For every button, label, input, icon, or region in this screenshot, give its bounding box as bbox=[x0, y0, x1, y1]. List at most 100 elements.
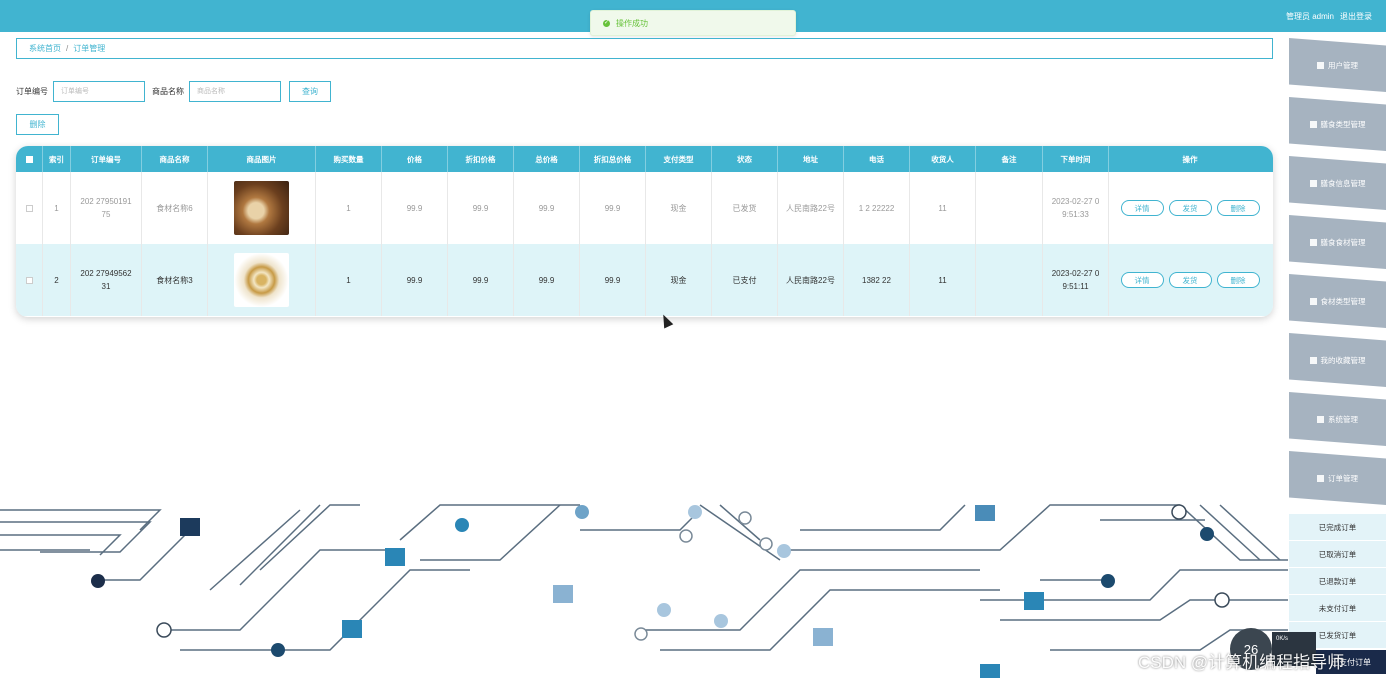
cell-total: 99.9 bbox=[514, 172, 580, 244]
order-no-line2: 75 bbox=[101, 210, 111, 219]
sidebar-item-ingredient-type[interactable]: 食材类型管理 bbox=[1289, 274, 1386, 333]
table-row: 2 202 27949562 31 食材名称3 1 99.9 99.9 99.9… bbox=[16, 244, 1273, 316]
sidebar-item-system[interactable]: 系统管理 bbox=[1289, 392, 1386, 451]
grid-icon bbox=[1309, 239, 1317, 246]
goods-name-input[interactable] bbox=[189, 81, 281, 102]
batch-delete-button[interactable]: 删除 bbox=[16, 114, 59, 135]
cell-status: 已支付 bbox=[712, 244, 778, 316]
search-bar: 订单编号 商品名称 查询 bbox=[16, 81, 331, 102]
cell-discount-total: 99.9 bbox=[580, 244, 646, 316]
col-index: 索引 bbox=[43, 146, 71, 172]
sidebar-item-label: 用户管理 bbox=[1328, 61, 1358, 70]
sidebar-item-label: 膳食食材管理 bbox=[1320, 238, 1366, 247]
watermark: CSDN @计算机编程指导师 bbox=[1138, 653, 1345, 672]
cell-receiver: 11 bbox=[910, 244, 976, 316]
cell-ops: 详情 发货 删除 bbox=[1109, 244, 1271, 316]
breadcrumb-current: 订单管理 bbox=[73, 44, 106, 53]
cell-discount-total: 99.9 bbox=[580, 172, 646, 244]
row-checkbox[interactable] bbox=[25, 204, 33, 212]
order-no-line2: 31 bbox=[101, 282, 111, 291]
subnav-refunded[interactable]: 已退款订单 bbox=[1289, 568, 1386, 595]
cell-order-no: 202 27949562 31 bbox=[71, 244, 142, 316]
row-checkbox[interactable] bbox=[25, 276, 33, 284]
grid-icon bbox=[1309, 298, 1317, 305]
cell-goods-name: 食材名称3 bbox=[142, 244, 208, 316]
order-subnav: 已完成订单 已取消订单 已退款订单 未支付订单 已发货订单 bbox=[1289, 514, 1386, 649]
sidebar-item-collect[interactable]: 我的收藏管理 bbox=[1289, 333, 1386, 392]
col-pay-type: 支付类型 bbox=[646, 146, 712, 172]
sidebar-item-meal-ingredient[interactable]: 膳食食材管理 bbox=[1289, 215, 1386, 274]
row-delete-button[interactable]: 删除 bbox=[1216, 200, 1260, 216]
speed-value: 0K/s bbox=[1276, 636, 1289, 642]
subnav-unpaid[interactable]: 未支付订单 bbox=[1289, 595, 1386, 622]
col-phone: 电话 bbox=[844, 146, 910, 172]
cell-discount-price: 99.9 bbox=[448, 172, 514, 244]
col-time: 下单时间 bbox=[1043, 146, 1109, 172]
col-discount-price: 折扣价格 bbox=[448, 146, 514, 172]
order-no-label: 订单编号 bbox=[16, 87, 48, 96]
order-no-line1: 202 27950191 bbox=[80, 197, 132, 206]
cell-pay-type: 现金 bbox=[646, 172, 712, 244]
sidebar-item-meal-info[interactable]: 膳食信息管理 bbox=[1289, 156, 1386, 215]
sidebar-item-orders[interactable]: 订单管理 bbox=[1289, 451, 1386, 510]
sidebar-item-label: 系统管理 bbox=[1328, 415, 1358, 424]
breadcrumb: 系统首页 / 订单管理 bbox=[16, 38, 1273, 59]
time-line1: 2023-02-27 0 bbox=[1051, 197, 1100, 206]
subnav-cancelled[interactable]: 已取消订单 bbox=[1289, 541, 1386, 568]
row-delete-button[interactable]: 删除 bbox=[1216, 272, 1260, 288]
ship-button[interactable]: 发货 bbox=[1168, 272, 1212, 288]
col-qty: 购买数量 bbox=[316, 146, 382, 172]
cell-time: 2023-02-27 0 9:51:11 bbox=[1043, 244, 1109, 316]
cell-receiver: 11 bbox=[910, 172, 976, 244]
grid-icon bbox=[1317, 475, 1324, 482]
breadcrumb-home[interactable]: 系统首页 bbox=[29, 43, 61, 54]
select-all-checkbox[interactable] bbox=[25, 155, 33, 163]
sidebar-item-label: 我的收藏管理 bbox=[1320, 356, 1366, 365]
col-total: 总价格 bbox=[514, 146, 580, 172]
query-button[interactable]: 查询 bbox=[289, 81, 331, 102]
cell-discount-price: 99.9 bbox=[448, 244, 514, 316]
cell-address: 人民南路22号 bbox=[778, 172, 844, 244]
sidebar-item-label: 膳食信息管理 bbox=[1320, 179, 1366, 188]
goods-name-label: 商品名称 bbox=[152, 87, 184, 96]
col-address: 地址 bbox=[778, 146, 844, 172]
admin-label: 管理员 admin bbox=[1285, 12, 1334, 21]
cell-pay-type: 现金 bbox=[646, 244, 712, 316]
cell-time: 2023-02-27 0 9:51:33 bbox=[1043, 172, 1109, 244]
col-status: 状态 bbox=[712, 146, 778, 172]
col-goods-image: 商品图片 bbox=[208, 146, 316, 172]
cell-phone: 1382 22 bbox=[844, 244, 910, 316]
col-ops: 操作 bbox=[1182, 154, 1198, 164]
sidebar-item-meal-type[interactable]: 膳食类型管理 bbox=[1289, 97, 1386, 156]
table-header: 索引 订单编号 商品名称 商品图片 购买数量 价格 折扣价格 总价格 折扣总价格… bbox=[16, 146, 1273, 172]
detail-button[interactable]: 详情 bbox=[1120, 200, 1164, 216]
grid-icon bbox=[1309, 180, 1317, 187]
ship-button[interactable]: 发货 bbox=[1168, 200, 1212, 216]
cell-qty: 1 bbox=[316, 244, 382, 316]
success-toast: ✓ 操作成功 bbox=[590, 10, 796, 36]
cell-order-no: 202 27950191 75 bbox=[71, 172, 142, 244]
cell-remark bbox=[976, 244, 1043, 316]
orders-table: 索引 订单编号 商品名称 商品图片 购买数量 价格 折扣价格 总价格 折扣总价格… bbox=[16, 146, 1273, 317]
cell-price: 99.9 bbox=[382, 244, 448, 316]
goods-image bbox=[234, 181, 289, 235]
sidebar: 用户管理 膳食类型管理 膳食信息管理 膳食食材管理 食材类型管理 我的收藏管理 … bbox=[1289, 38, 1386, 510]
sidebar-item-user[interactable]: 用户管理 bbox=[1289, 38, 1386, 97]
cell-goods-name: 食材名称6 bbox=[142, 172, 208, 244]
sidebar-item-label: 膳食类型管理 bbox=[1320, 120, 1366, 129]
user-icon bbox=[1317, 62, 1324, 69]
breadcrumb-separator: / bbox=[66, 44, 69, 53]
subnav-completed[interactable]: 已完成订单 bbox=[1289, 514, 1386, 541]
time-line1: 2023-02-27 0 bbox=[1051, 269, 1100, 278]
cell-index: 1 bbox=[43, 172, 71, 244]
detail-button[interactable]: 详情 bbox=[1120, 272, 1164, 288]
cell-address: 人民南路22号 bbox=[778, 244, 844, 316]
col-order-no: 订单编号 bbox=[71, 146, 142, 172]
order-no-input[interactable] bbox=[53, 81, 145, 102]
grid-icon bbox=[1309, 121, 1317, 128]
logout-link[interactable]: 退出登录 bbox=[1340, 11, 1372, 22]
goods-image bbox=[234, 253, 289, 307]
collect-icon bbox=[1309, 357, 1317, 364]
user-area: 管理员 admin 退出登录 bbox=[1286, 11, 1372, 22]
cell-phone: 1 2 22222 bbox=[844, 172, 910, 244]
